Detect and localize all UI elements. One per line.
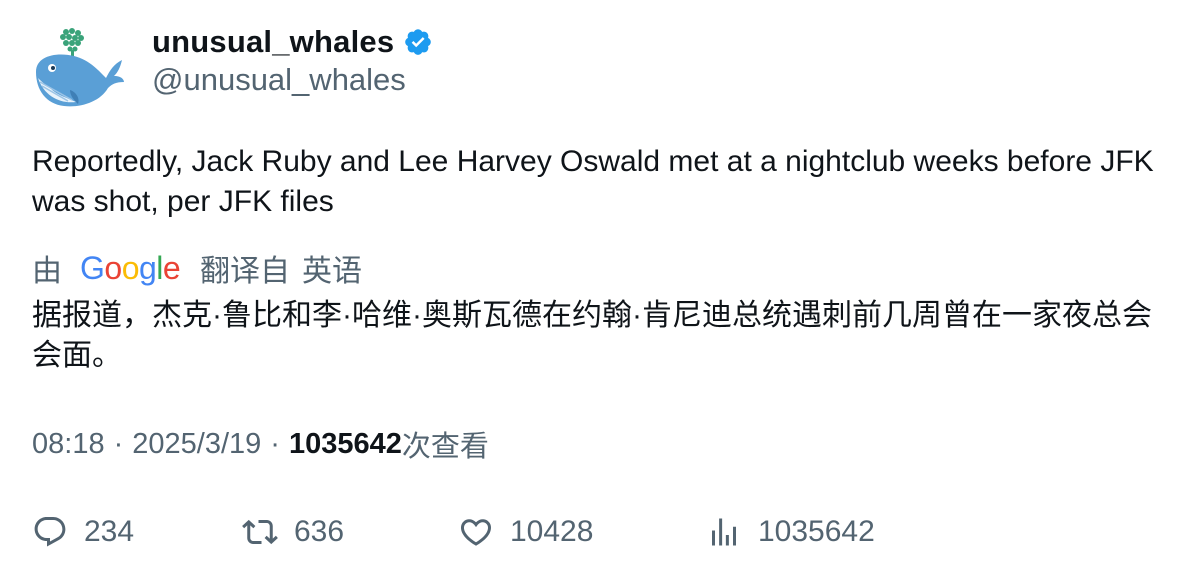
svg-text:Google: Google — [80, 250, 180, 286]
translated-from-label: 翻译自 — [200, 255, 290, 288]
like-button[interactable]: 10428 — [458, 510, 593, 554]
translation-attribution: 由 Google 翻译自 英语 — [32, 247, 362, 289]
author-display-name[interactable]: unusual_whales — [152, 24, 394, 60]
views-button[interactable]: 1035642 — [706, 510, 875, 554]
verified-badge-icon[interactable] — [403, 27, 433, 57]
analytics-icon — [712, 518, 736, 546]
author-handle[interactable]: @unusual_whales — [152, 62, 406, 98]
retweet-count: 636 — [294, 515, 345, 548]
source-language: 英语 — [302, 255, 362, 288]
action-bar: 234 636 10428 1035642 — [32, 510, 1172, 554]
translation-by-label: 由 — [32, 255, 62, 288]
tweet-text: Reportedly, Jack Ruby and Lee Harvey Osw… — [32, 145, 1154, 218]
whale-logo-icon — [36, 28, 124, 107]
tweet-date[interactable]: 2025/3/19 — [132, 428, 261, 461]
meta-separator: · — [113, 427, 124, 460]
reply-button[interactable]: 234 — [32, 510, 134, 554]
views-action-count: 1035642 — [758, 515, 875, 548]
like-count: 10428 — [510, 515, 594, 548]
views-suffix: 次查看 — [401, 431, 489, 463]
heart-icon — [460, 519, 492, 546]
tweet-meta: 08:18 · 2025/3/19 · 1035642 次查看 — [32, 424, 489, 464]
avatar[interactable] — [30, 26, 126, 110]
tweet-time[interactable]: 08:18 — [32, 428, 105, 461]
views-count: 1035642 — [288, 427, 402, 460]
reply-icon — [34, 517, 66, 547]
retweet-button[interactable]: 636 — [242, 510, 344, 554]
translated-text: 据报道，杰克·鲁比和李·哈维·奥斯瓦德在约翰·肯尼迪总统遇刺前几周曾在一家夜总会… — [32, 299, 1152, 372]
author-name-row[interactable]: unusual_whales — [152, 22, 433, 62]
meta-separator: · — [270, 427, 280, 460]
retweet-icon — [242, 519, 278, 545]
reply-count: 234 — [84, 515, 135, 548]
google-logo-icon: Google — [80, 250, 180, 286]
